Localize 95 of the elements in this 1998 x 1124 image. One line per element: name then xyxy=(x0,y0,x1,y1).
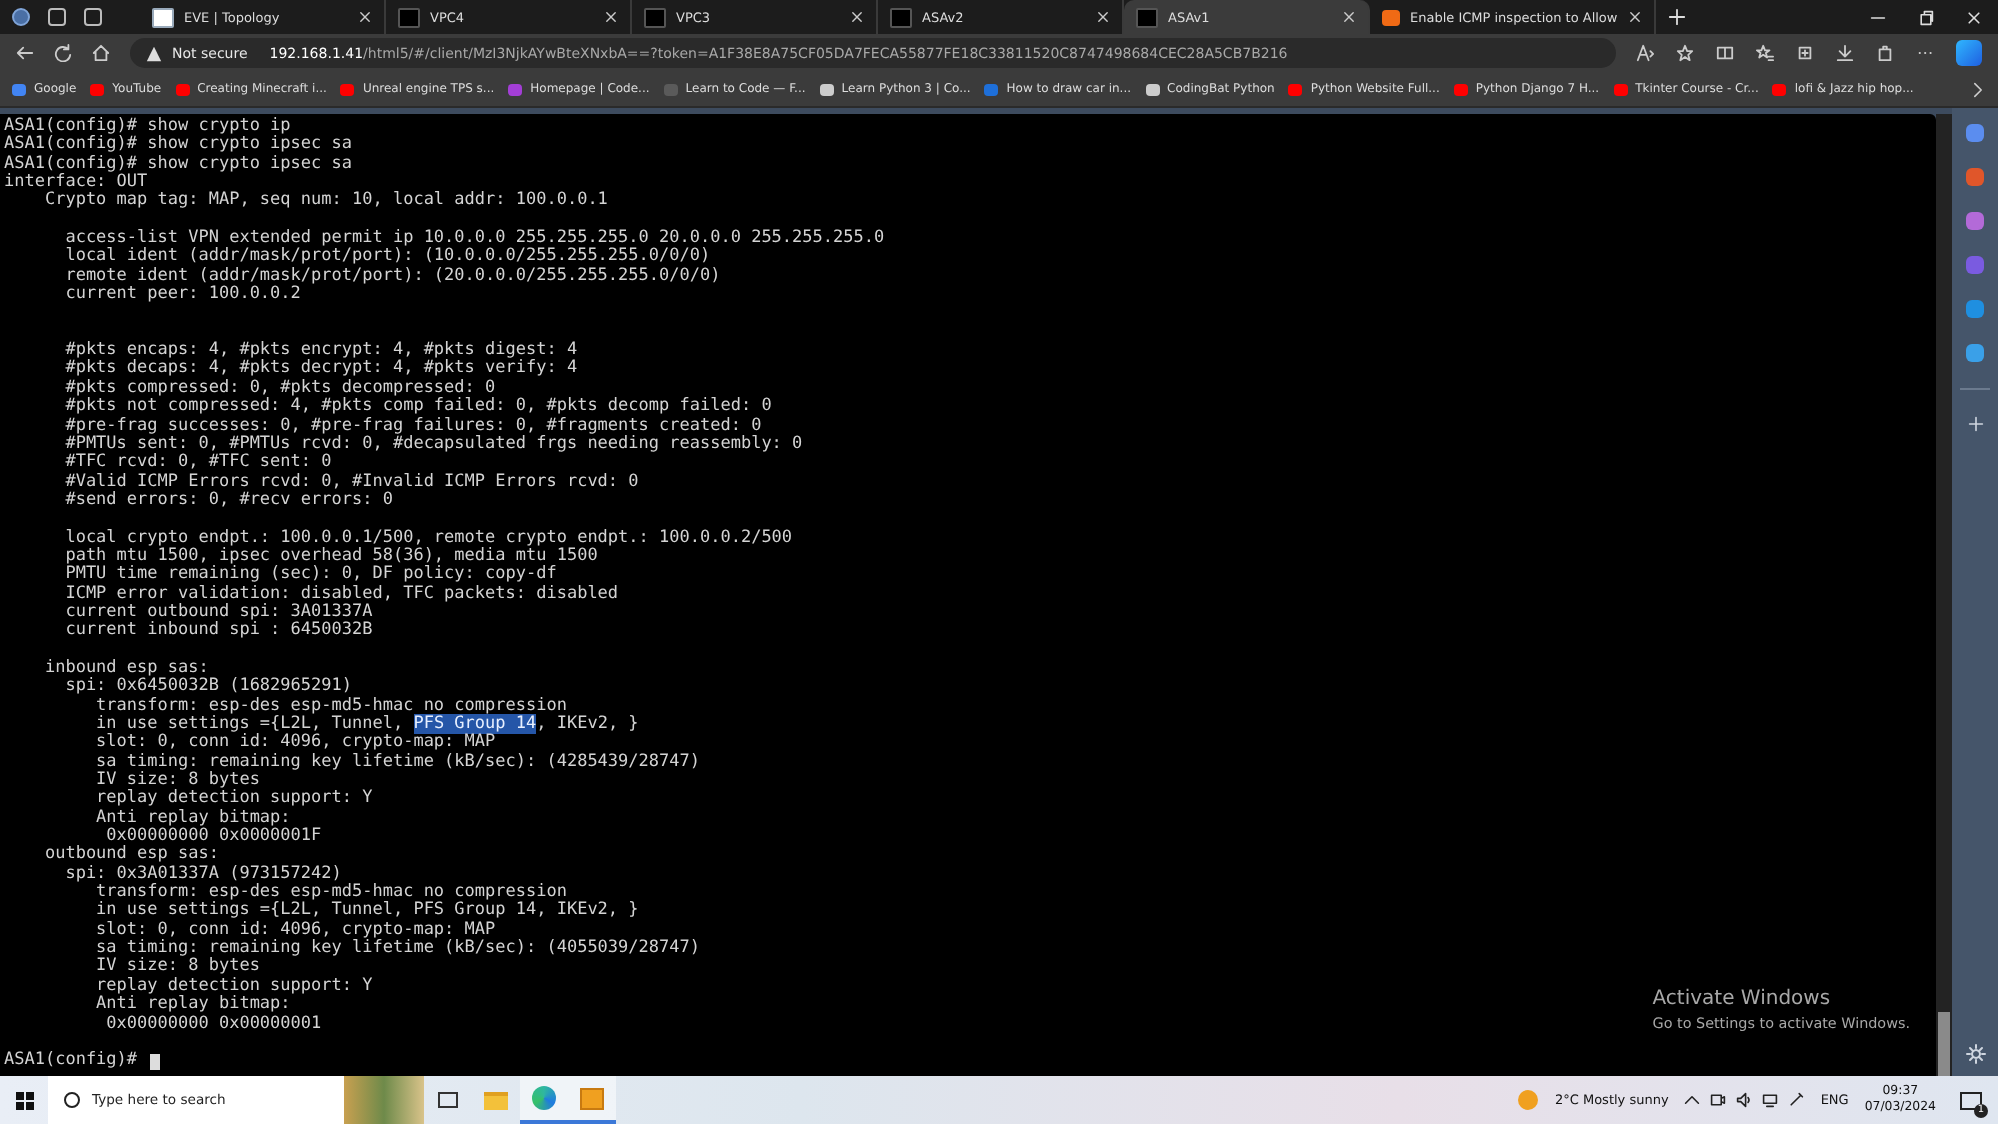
console-line: interface: OUT xyxy=(4,174,148,193)
console-line: #pkts compressed: 0, #pkts decompressed: 0 xyxy=(63,379,496,398)
pen-icon[interactable] xyxy=(1788,1092,1805,1108)
console-line: IV size: 8 bytes xyxy=(94,772,260,791)
console-line: IV size: 8 bytes xyxy=(94,958,260,977)
collections-icon[interactable] xyxy=(1796,44,1814,62)
app-icon[interactable] xyxy=(580,1087,604,1109)
console-line: current inbound spi : 6450032B xyxy=(63,622,373,642)
console-line: ASA1(config)# show crypto ip xyxy=(4,118,291,136)
console-line: in use settings ={L2L, Tunnel, PFS Group 14, IKEv2, } xyxy=(94,716,639,734)
console-line: local ident (addr/mask/prot/port): (10.0.0.0/255.255.255.0/0/0) xyxy=(63,248,711,267)
add-icon[interactable] xyxy=(1967,416,1983,432)
copilot-icon[interactable] xyxy=(1956,40,1982,66)
photo-placeholder xyxy=(344,1076,424,1124)
console-line: local crypto endpt.: 100.0.0.1/500, remote crypto endpt.: 100.0.0.2/500 xyxy=(63,529,793,548)
chevron-icon[interactable] xyxy=(1970,81,1986,97)
selected-text: PFS Group 14 xyxy=(413,714,537,734)
terminal-icon xyxy=(890,7,912,27)
console-line: slot: 0, conn id: 4096, crypto-map: MAP xyxy=(94,734,496,753)
profile-icon[interactable] xyxy=(12,8,30,26)
console-line: #pkts encaps: 4, #pkts encrypt: 4, #pkts digest: 4 xyxy=(63,342,578,361)
monitor-icon[interactable] xyxy=(1762,1092,1779,1108)
close-icon[interactable] xyxy=(604,10,618,24)
console-line: spi: 0x3A01337A (973157242) xyxy=(63,865,342,884)
warning-icon xyxy=(146,45,162,61)
console-line: inbound esp sas: xyxy=(42,659,209,678)
console-line: transform: esp-des esp-md5-hmac no compression xyxy=(94,697,567,716)
windows-icon[interactable] xyxy=(15,1091,33,1109)
console-line: #PMTUs sent: 0, #PMTUs rcvd: 0, #decapsulated frgs needing reassembly: 0 xyxy=(63,435,803,454)
split-screen-icon[interactable] xyxy=(1716,44,1734,62)
console-line: #pkts not compressed: 4, #pkts comp failed: 0, #pkts decomp failed: 0 xyxy=(63,398,772,417)
console-prompt: ASA1(config)# xyxy=(4,1052,140,1072)
console-line: #send errors: 0, #recv errors: 0 xyxy=(63,491,393,511)
close-icon[interactable] xyxy=(1627,10,1642,24)
restore-icon[interactable] xyxy=(1918,9,1934,25)
console-line: transform: esp-des esp-md5-hmac no compression xyxy=(94,884,567,903)
console-line: Anti replay bitmap: xyxy=(94,809,291,828)
console-line: spi: 0x6450032B (1682965291) xyxy=(63,678,352,697)
console-line: ASA1(config)# show crypto ipsec sa xyxy=(4,136,352,155)
console-line: replay detection support: Y xyxy=(94,790,373,809)
favorites-icon[interactable] xyxy=(1756,44,1774,62)
console-line: #Valid ICMP Errors rcvd: 0, #Invalid ICMP Errors rcvd: 0 xyxy=(63,473,639,492)
console-line: sa timing: remaining key lifetime (kB/sec): (4285439/28747) xyxy=(94,753,700,772)
console-line: 0x00000000 0x00000001 xyxy=(104,1015,322,1034)
back-icon[interactable] xyxy=(16,44,34,62)
text-cursor xyxy=(149,1053,160,1070)
star-icon[interactable] xyxy=(1676,44,1694,62)
read-aloud-icon[interactable] xyxy=(1636,44,1654,62)
console-line: access-list VPN extended permit ip 10.0.0.0 255.255.255.0 20.0.0.0 255.255.255.0 xyxy=(63,230,885,249)
refresh-icon[interactable] xyxy=(54,44,72,62)
console-line: PMTU time remaining (sec): 0, DF policy: copy-df xyxy=(63,566,557,585)
close-icon[interactable] xyxy=(850,10,864,24)
task-view-icon[interactable] xyxy=(438,1092,458,1108)
site-icon xyxy=(1382,9,1400,25)
console-line: Anti replay bitmap: xyxy=(94,996,291,1015)
console-line: replay detection support: Y xyxy=(94,977,373,996)
activation-title: Activate Windows xyxy=(1652,988,1833,1010)
settings-icon[interactable] xyxy=(1965,1044,1985,1064)
extensions-icon[interactable] xyxy=(1876,44,1894,62)
console-line: ICMP error validation: disabled, TFC packets: disabled xyxy=(63,585,619,604)
terminal-icon xyxy=(644,7,666,27)
console-line: sa timing: remaining key lifetime (kB/sec): (4055039/28747) xyxy=(94,940,700,959)
tab-actions-icon[interactable] xyxy=(84,8,102,26)
volume-icon[interactable] xyxy=(1736,1092,1753,1108)
terminal-icon xyxy=(1136,7,1158,27)
page-icon xyxy=(152,7,174,27)
console-line: 0x00000000 0x0000001F xyxy=(106,828,322,847)
console-line: current outbound spi: 3A01337A xyxy=(63,603,373,622)
console-line: remote ident (addr/mask/prot/port): (20.0.0.0/255.255.255.0/0/0) xyxy=(63,267,721,286)
close-icon[interactable] xyxy=(358,10,372,24)
console-line: ASA1(config)# show crypto ipsec sa xyxy=(4,155,352,174)
console-line: slot: 0, conn id: 4096, crypto-map: MAP xyxy=(94,921,496,940)
workspaces-icon[interactable] xyxy=(48,8,66,26)
terminal-console[interactable] xyxy=(0,114,1936,1076)
app-icon[interactable] xyxy=(1966,344,1984,362)
close-icon[interactable] xyxy=(1966,9,1982,25)
console-line: path mtu 1500, ipsec overhead 58(36), media mtu 1500 xyxy=(63,547,598,566)
scrollbar[interactable] xyxy=(1936,114,1952,1076)
close-icon[interactable] xyxy=(1342,10,1356,24)
console-line: in use settings ={L2L, Tunnel, PFS Group 14, IKEv2, } xyxy=(94,902,639,921)
console-line: current peer: 100.0.0.2 xyxy=(63,286,301,305)
close-icon[interactable] xyxy=(1096,10,1110,24)
console-line: outbound esp sas: xyxy=(42,846,219,865)
console-line: Crypto map tag: MAP, seq num: 10, local addr: 100.0.0.1 xyxy=(42,192,608,212)
console-line: #TFC rcvd: 0, #TFC sent: 0 xyxy=(63,454,332,473)
search-icon xyxy=(64,1092,80,1108)
new-tab-icon[interactable] xyxy=(1667,8,1686,26)
console-line: #pkts decaps: 4, #pkts decrypt: 4, #pkts verify: 4 xyxy=(63,360,578,379)
chevron-up-icon[interactable] xyxy=(1684,1092,1701,1108)
terminal-icon xyxy=(398,7,420,27)
home-icon[interactable] xyxy=(92,44,110,62)
browser-icon[interactable] xyxy=(532,1086,556,1110)
console-line: #pre-frag successes: 0, #pre-frag failures: 0, #fragments created: 0 xyxy=(63,417,762,435)
download-icon[interactable] xyxy=(1836,44,1854,62)
camera-icon[interactable] xyxy=(1710,1092,1727,1108)
